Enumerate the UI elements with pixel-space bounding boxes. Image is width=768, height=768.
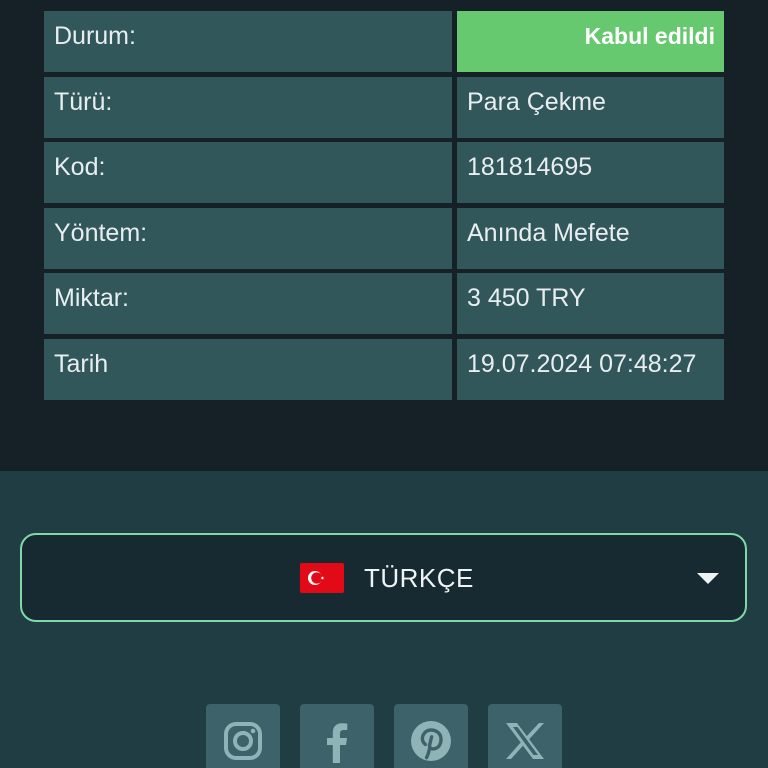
status-badge: Kabul edildi [457,11,724,72]
turkey-flag-icon [300,563,344,593]
status-label: Durum: [44,11,452,72]
language-select-value: TÜRKÇE [364,563,474,593]
type-row: Türü: Para Çekme [44,76,724,138]
method-value: Anında Mefete [457,207,724,269]
x-icon [504,721,546,761]
pinterest-link[interactable] [394,704,468,768]
status-row: Durum: Kabul edildi [44,11,724,72]
code-value: 181814695 [457,142,724,204]
transaction-details-section: Durum: Kabul edildi Türü: Para Çekme Kod… [0,0,768,471]
code-label: Kod: [44,142,452,204]
facebook-link[interactable] [300,704,374,768]
date-row: Tarih 19.07.2024 07:48:27 [44,338,724,400]
x-link[interactable] [488,704,562,768]
date-label: Tarih [44,338,452,400]
type-value: Para Çekme [457,76,724,138]
chevron-down-icon [697,573,719,584]
method-label: Yöntem: [44,207,452,269]
footer: TÜRKÇE [0,471,768,768]
amount-value: 3 450 TRY [457,273,724,335]
social-links [206,704,566,768]
amount-row: Miktar: 3 450 TRY [44,273,724,335]
instagram-icon [223,721,263,761]
date-value: 19.07.2024 07:48:27 [457,338,724,400]
pinterest-icon [409,719,453,763]
method-row: Yöntem: Anında Mefete [44,207,724,269]
amount-label: Miktar: [44,273,452,335]
type-label: Türü: [44,76,452,138]
instagram-link[interactable] [206,704,280,768]
language-select[interactable]: TÜRKÇE [20,533,747,622]
facebook-icon [317,719,357,763]
code-row: Kod: 181814695 [44,142,724,204]
transaction-details-table: Durum: Kabul edildi Türü: Para Çekme Kod… [44,11,724,405]
